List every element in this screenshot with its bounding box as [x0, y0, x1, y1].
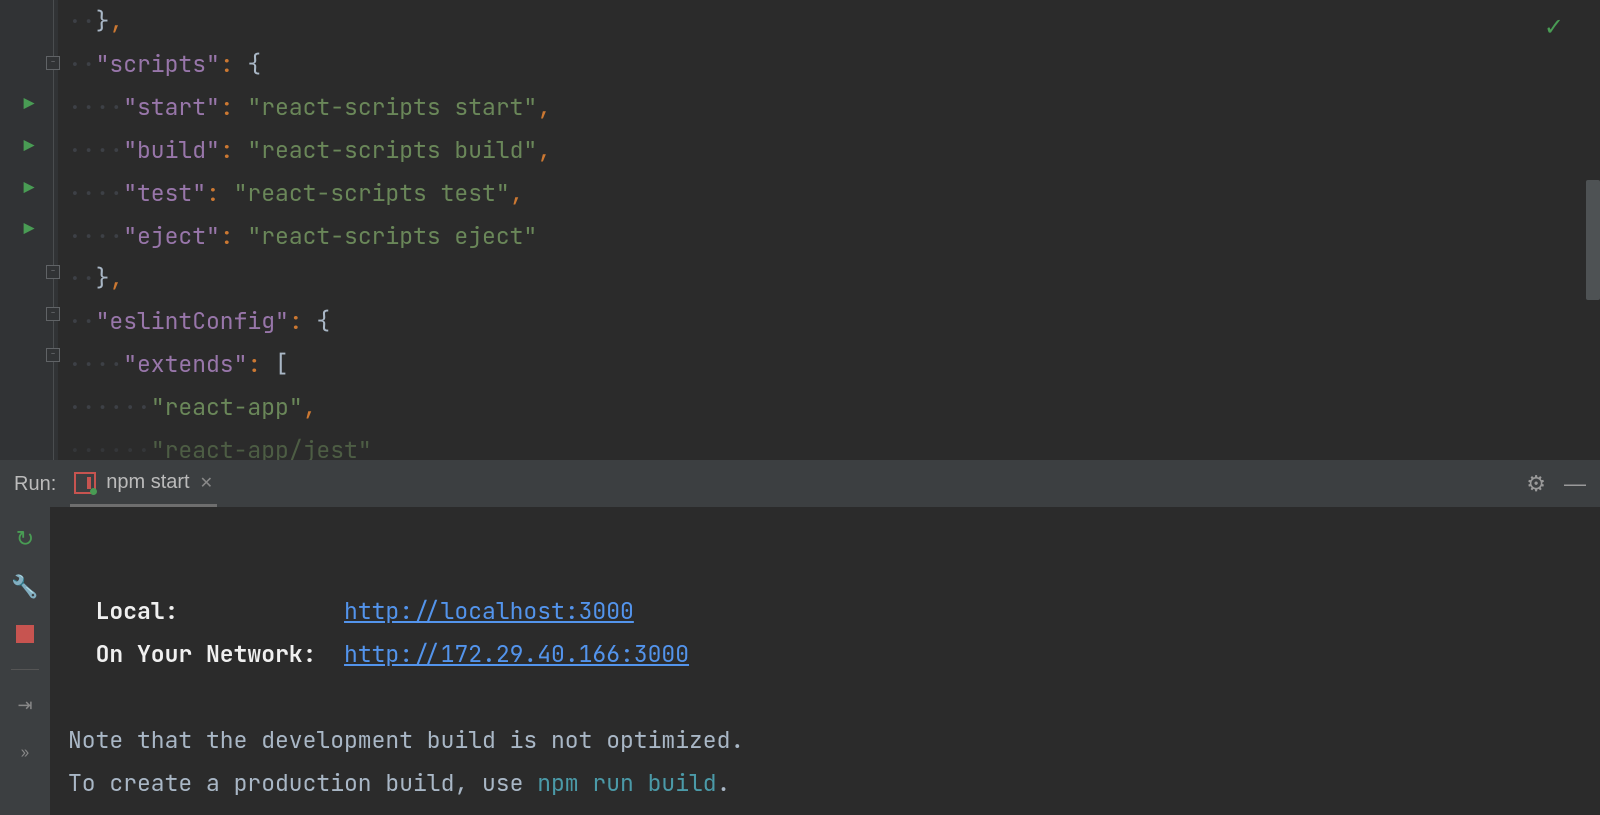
inspection-ok-icon[interactable]: ✓ — [1544, 12, 1564, 43]
code-line[interactable]: ····"start": "react-scripts start", — [68, 86, 1600, 129]
close-tab-icon[interactable]: ✕ — [200, 473, 213, 493]
scroll-to-end-icon[interactable]: ⇥ — [12, 692, 38, 718]
editor-gutter: −▶▶▶▶−−− — [0, 0, 58, 460]
console-output[interactable]: Local: http://localhost:3000 On Your Net… — [50, 507, 1600, 815]
network-label: On Your Network: — [96, 639, 317, 669]
code-line[interactable]: ····"eject": "react-scripts eject" — [68, 215, 1600, 258]
code-line[interactable]: ····"extends": [ — [68, 343, 1600, 386]
code-line[interactable]: ··}, — [68, 0, 1600, 43]
run-tab-label: npm start — [106, 471, 189, 494]
code-line[interactable]: ··"eslintConfig": { — [68, 300, 1600, 343]
network-url-link[interactable]: http://172.29.40.166:3000 — [344, 639, 689, 669]
run-gutter-icon[interactable]: ▶ — [24, 218, 35, 241]
code-line[interactable]: ····"test": "react-scripts test", — [68, 172, 1600, 215]
code-line[interactable]: ··"scripts": { — [68, 43, 1600, 86]
wrench-icon[interactable]: 🔧 — [12, 573, 38, 599]
run-gutter-icon[interactable]: ▶ — [24, 177, 35, 200]
editor-scrollbar[interactable] — [1586, 180, 1600, 300]
code-line[interactable]: ··}, — [68, 257, 1600, 300]
run-tool-window: Run: npm start ✕ ⚙ — ↻ 🔧 ⇥ » Local: http… — [0, 460, 1600, 815]
code-line[interactable]: ····"build": "react-scripts build", — [68, 129, 1600, 172]
minimize-icon[interactable]: — — [1564, 471, 1586, 497]
local-label: Local: — [96, 596, 179, 626]
console-note-1: Note that the development build is not o… — [68, 725, 744, 755]
more-icon[interactable]: » — [12, 740, 38, 766]
console-note-2b: . — [717, 768, 731, 798]
code-line[interactable]: ······"react-app/jest" — [68, 429, 1600, 460]
rerun-icon[interactable]: ↻ — [12, 525, 38, 551]
run-label: Run: — [14, 473, 56, 496]
run-header: Run: npm start ✕ ⚙ — — [0, 461, 1600, 507]
code-line[interactable]: ······"react-app", — [68, 386, 1600, 429]
run-tab-npm-start[interactable]: npm start ✕ — [70, 461, 217, 507]
gear-icon[interactable]: ⚙ — [1526, 471, 1546, 497]
run-gutter-icon[interactable]: ▶ — [24, 135, 35, 158]
local-url-link[interactable]: http://localhost:3000 — [344, 596, 634, 626]
run-side-toolbar: ↻ 🔧 ⇥ » — [0, 507, 50, 815]
stop-button[interactable] — [12, 621, 38, 647]
console-note-2a: To create a production build, use — [68, 768, 537, 798]
code-editor[interactable]: −▶▶▶▶−−− ··},··"scripts": {····"start": … — [0, 0, 1600, 460]
npm-icon — [74, 472, 96, 494]
stop-icon — [16, 625, 34, 643]
console-cmd: npm run build — [537, 768, 716, 798]
run-gutter-icon[interactable]: ▶ — [24, 93, 35, 116]
code-content[interactable]: ··},··"scripts": {····"start": "react-sc… — [58, 0, 1600, 460]
